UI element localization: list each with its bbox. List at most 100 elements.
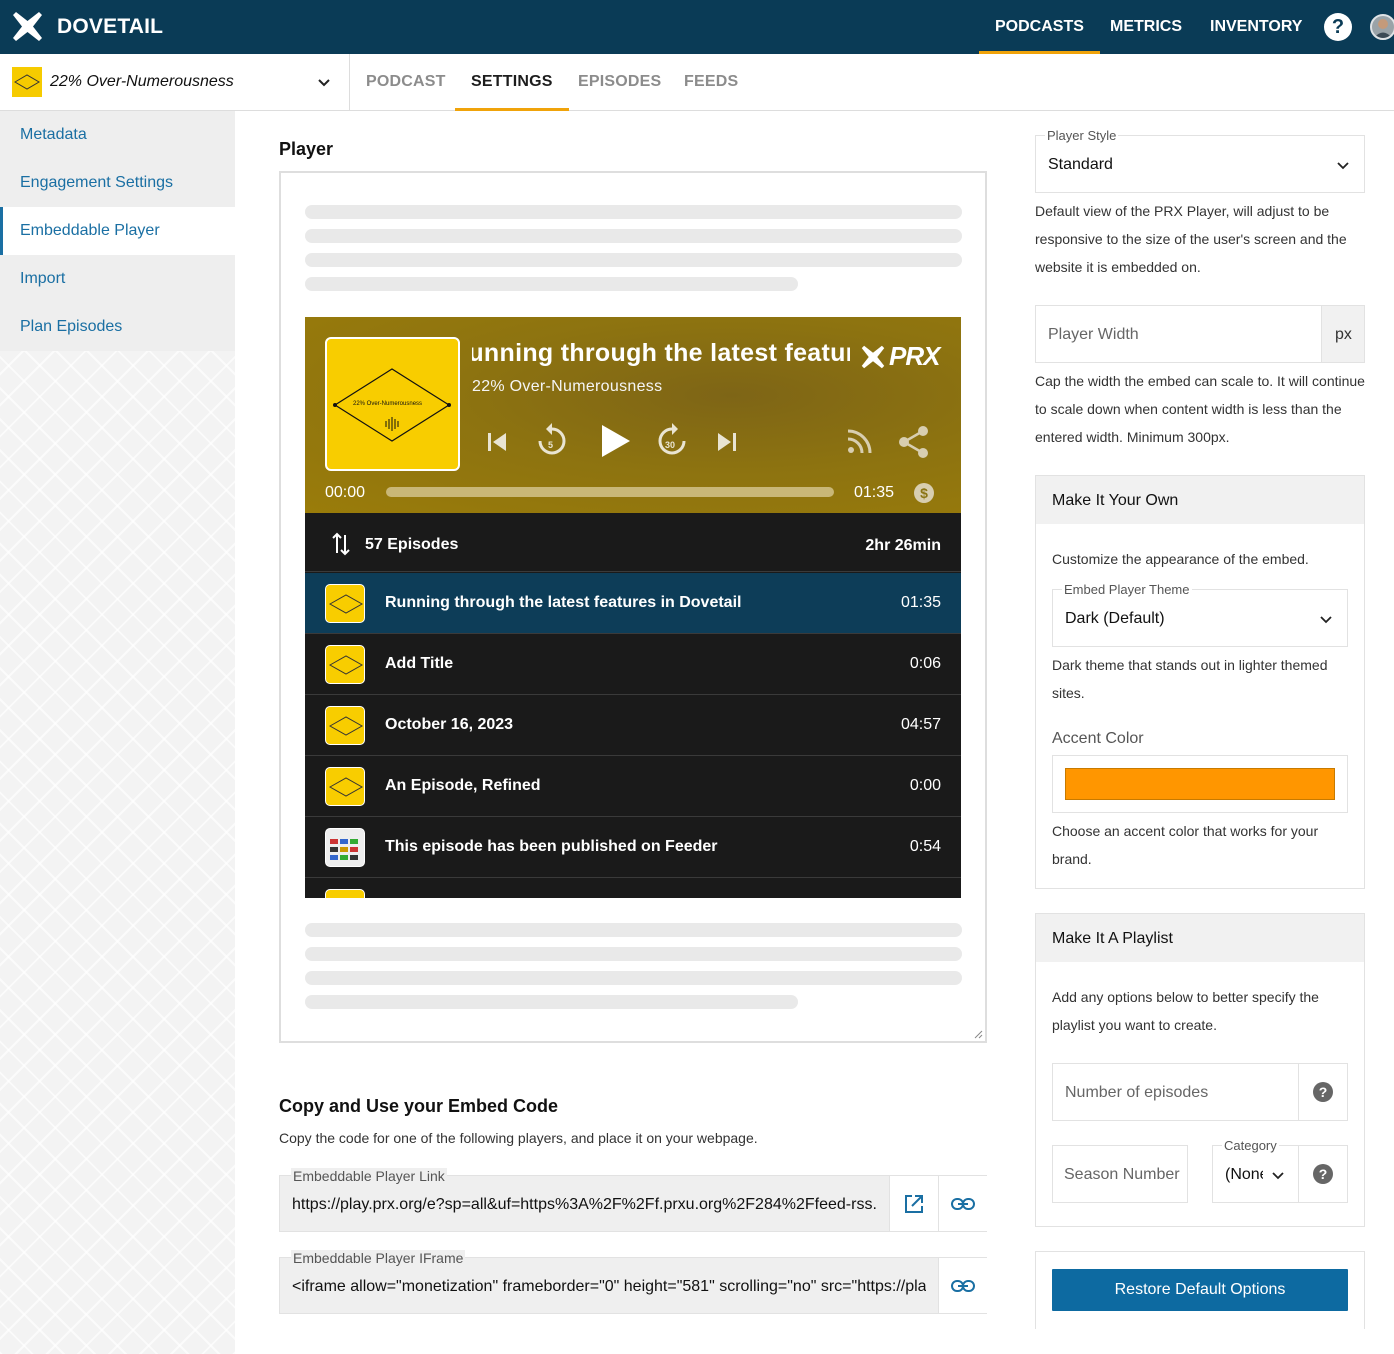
player-style-label: Player Style: [1045, 128, 1119, 143]
tab-settings[interactable]: SETTINGS: [455, 54, 569, 111]
player-section-title: Player: [279, 139, 334, 159]
open-link-button[interactable]: [889, 1176, 938, 1231]
nav-inventory[interactable]: INVENTORY: [1210, 0, 1302, 54]
podcast-name: 22% Over-Numerousness: [50, 73, 234, 90]
time-total: 01:35: [854, 484, 895, 501]
help-button[interactable]: ?: [1298, 1064, 1347, 1120]
sidebar-item-import[interactable]: Import: [0, 255, 235, 303]
tab-podcast[interactable]: PODCAST: [366, 54, 446, 110]
total-duration: 2hr 26min: [865, 537, 941, 554]
avatar[interactable]: [1370, 14, 1394, 40]
season-number-input[interactable]: Season Number: [1052, 1145, 1188, 1203]
sort-icon[interactable]: [331, 531, 351, 557]
share-icon[interactable]: [898, 425, 930, 459]
playlist-item[interactable]: An Episode, Refined 0:00: [305, 756, 961, 817]
player-width-help: Cap the width the embed can scale to. It…: [1035, 373, 1365, 445]
playlist-item[interactable]: Add Title 0:06: [305, 634, 961, 695]
panel-header: Make It Your Own: [1036, 476, 1364, 524]
player-style-value: Standard: [1048, 156, 1113, 173]
panel-header: Make It A Playlist: [1036, 914, 1364, 962]
playlist-item[interactable]: Running through the latest features in D…: [305, 573, 961, 634]
embed-iframe-field[interactable]: Embeddable Player IFrame <iframe allow="…: [279, 1250, 987, 1314]
forward-button[interactable]: 30: [655, 420, 689, 460]
progress-bar[interactable]: [386, 487, 834, 497]
rewind-button[interactable]: 5: [535, 420, 569, 460]
skip-previous-icon[interactable]: [485, 430, 509, 454]
player-width-placeholder: Player Width: [1048, 326, 1139, 343]
accent-label: Accent Color: [1052, 730, 1144, 747]
nav-metrics[interactable]: METRICS: [1110, 0, 1182, 54]
sidebar-item-metadata[interactable]: Metadata: [0, 111, 235, 159]
play-icon[interactable]: [600, 423, 632, 459]
prx-logo[interactable]: PRX: [861, 341, 940, 372]
player-style-help: Default view of the PRX Player, will adj…: [1035, 203, 1347, 275]
embed-iframe-value[interactable]: <iframe allow="monetization" frameborder…: [292, 1278, 926, 1296]
playlist-item-title: October 16, 2023: [385, 716, 514, 733]
embed-link-label: Embeddable Player Link: [291, 1168, 447, 1184]
episode-thumbnail: [325, 706, 365, 745]
playlist-item-duration: 0:00: [909, 777, 941, 794]
playlist-intro: Add any options below to better specify …: [1052, 989, 1319, 1033]
accent-color-field[interactable]: [1052, 755, 1348, 813]
podcast-select[interactable]: 22% Over-Numerousness: [0, 54, 350, 110]
playlist-item[interactable]: October 16, 2023 04:57: [305, 695, 961, 756]
category-select[interactable]: Category (None) ?: [1212, 1138, 1348, 1203]
skip-next-icon[interactable]: [715, 430, 739, 454]
skeleton-line: [305, 995, 798, 1009]
sidebar: Metadata Engagement Settings Embeddable …: [0, 111, 235, 1354]
chevron-down-icon: [1320, 616, 1332, 624]
playlist-item-duration: 0:54: [909, 838, 941, 855]
category-label: Category: [1222, 1138, 1279, 1153]
playlist-item[interactable]: [305, 878, 961, 898]
rewind-seconds: 5: [548, 440, 554, 450]
chevron-down-icon: [1272, 1172, 1284, 1180]
episode-thumbnail: [325, 828, 365, 867]
sidebar-menu: Metadata Engagement Settings Embeddable …: [0, 111, 235, 351]
number-of-episodes-input[interactable]: Number of episodes ?: [1052, 1063, 1348, 1121]
tab-episodes[interactable]: EPISODES: [578, 54, 661, 110]
restore-default-button[interactable]: Restore Default Options: [1052, 1269, 1348, 1311]
help-button[interactable]: ?: [1298, 1146, 1347, 1202]
player-width-unit: px: [1335, 326, 1352, 343]
own-intro: Customize the appearance of the embed.: [1052, 551, 1309, 567]
sidebar-item-engagement-settings[interactable]: Engagement Settings: [0, 159, 235, 207]
monetization-icon: $: [914, 483, 934, 503]
sidebar-item-plan-episodes[interactable]: Plan Episodes: [0, 303, 235, 351]
top-nav-bar: DOVETAIL PODCASTS METRICS INVENTORY ?: [0, 0, 1394, 54]
embed-link-field[interactable]: Embeddable Player Link https://play.prx.…: [279, 1168, 987, 1232]
svg-text:$: $: [920, 485, 928, 501]
embed-link-value[interactable]: https://play.prx.org/e?sp=all&uf=https%3…: [292, 1196, 877, 1214]
copy-link-button[interactable]: [938, 1176, 987, 1231]
episode-artwork: 22% Over-Numerousness: [325, 337, 460, 471]
resize-handle-icon[interactable]: [973, 1029, 983, 1039]
chevron-down-icon: [318, 79, 330, 87]
rss-icon[interactable]: [846, 427, 874, 455]
skeleton-line: [305, 923, 962, 937]
playlist-item-duration: 0:06: [909, 655, 941, 672]
player-style-select[interactable]: Player Style Standard: [1035, 128, 1365, 193]
question-icon: ?: [1313, 1082, 1333, 1102]
help-icon[interactable]: ?: [1324, 13, 1352, 41]
accent-color-swatch[interactable]: [1065, 768, 1335, 800]
sidebar-item-embeddable-player[interactable]: Embeddable Player: [0, 207, 235, 255]
player-width-unit-box: px: [1321, 306, 1364, 362]
player-width-input[interactable]: Player Width px: [1035, 305, 1365, 363]
app-name: DOVETAIL: [57, 14, 164, 38]
external-link-icon: [905, 1194, 923, 1213]
panel-title: Make It Your Own: [1052, 492, 1179, 509]
copy-iframe-button[interactable]: [938, 1258, 987, 1313]
dovetail-logo[interactable]: DOVETAIL: [12, 11, 163, 42]
nav-podcasts[interactable]: PODCASTS: [979, 0, 1100, 54]
skeleton-line: [305, 947, 962, 961]
playlist-item-duration: 01:35: [900, 594, 941, 611]
tab-feeds[interactable]: FEEDS: [684, 54, 738, 110]
episode-thumbnail: [325, 645, 365, 684]
sub-nav-bar: 22% Over-Numerousness PODCAST SETTINGS E…: [0, 54, 1394, 111]
skeleton-line: [305, 205, 962, 219]
forward-seconds: 30: [665, 440, 676, 450]
playlist-item[interactable]: This episode has been published on Feede…: [305, 817, 961, 878]
episode-thumbnail: [325, 767, 365, 806]
theme-value: Dark (Default): [1065, 610, 1165, 627]
theme-select[interactable]: Embed Player Theme Dark (Default): [1052, 582, 1348, 647]
make-it-your-own-panel: Make It Your Own Customize the appearanc…: [1035, 475, 1365, 889]
